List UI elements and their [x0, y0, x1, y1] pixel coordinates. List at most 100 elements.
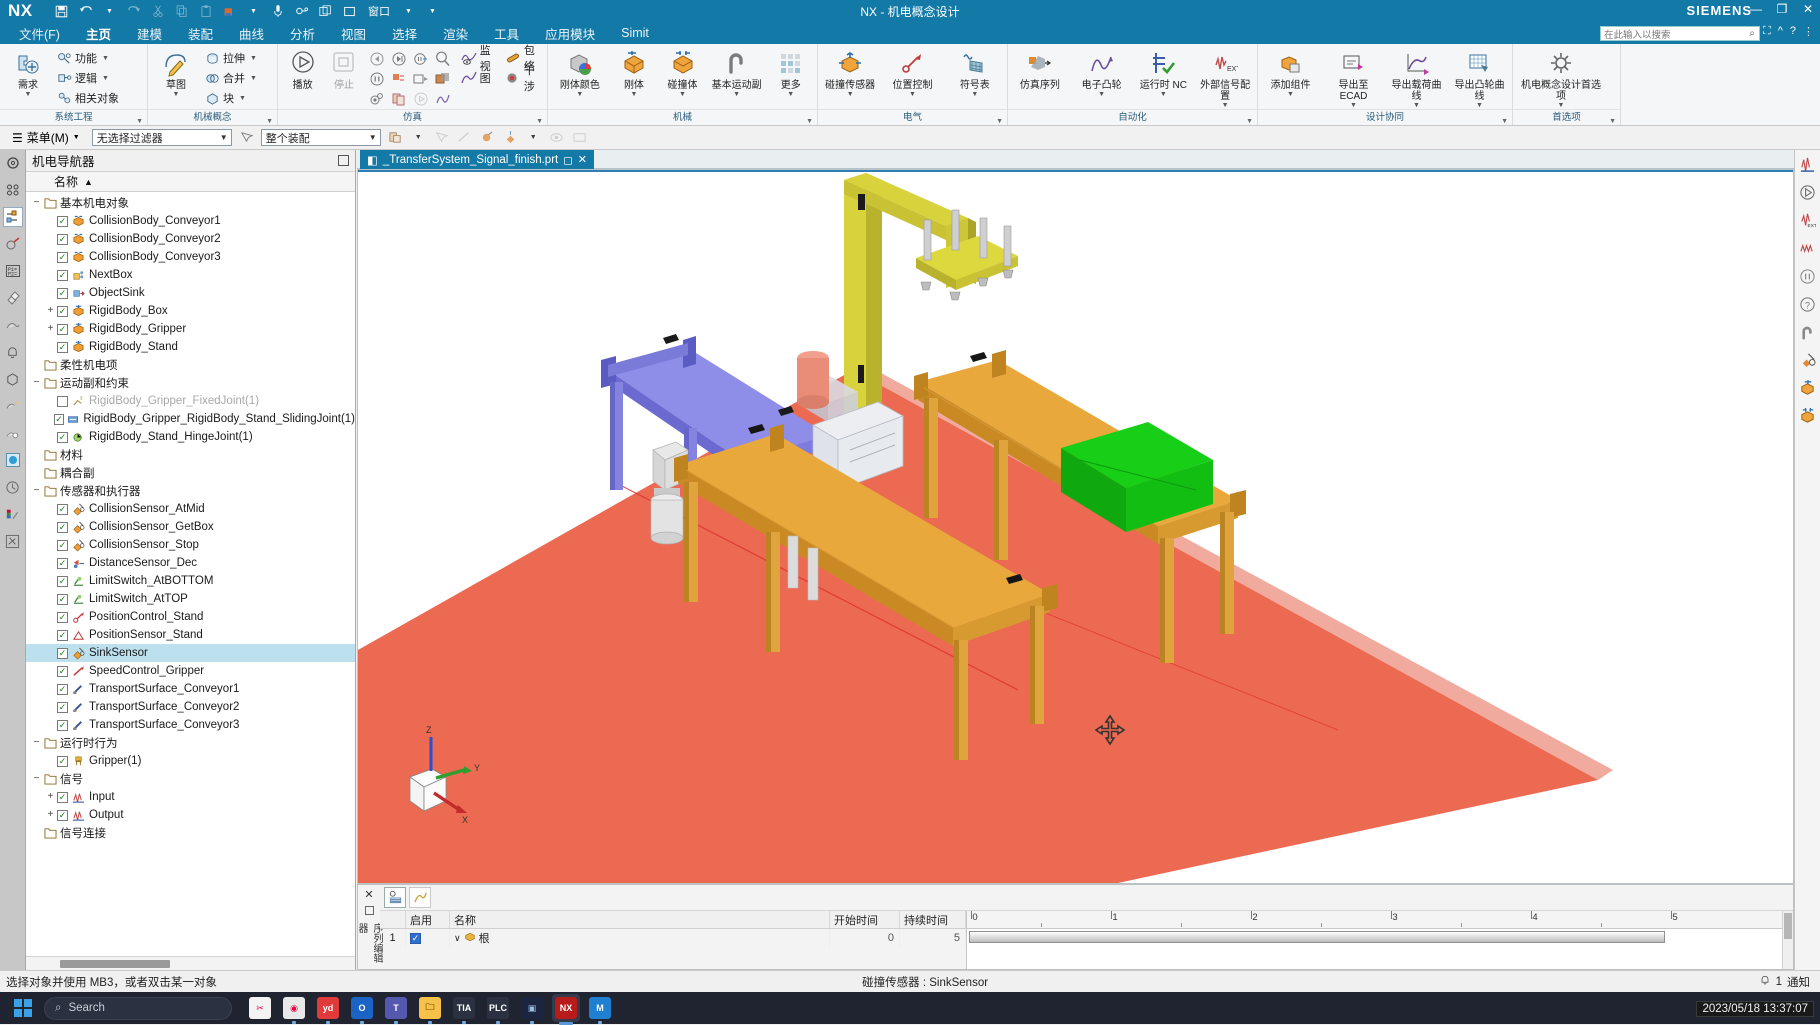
fullscreen-icon[interactable]: ⛶ — [1763, 25, 1771, 38]
help-icon[interactable]: ? — [1798, 294, 1818, 314]
tree-item[interactable]: 耦合副 — [26, 464, 355, 482]
assembly-scope-combo[interactable]: 整个装配 ▼ — [260, 129, 381, 146]
chevron-down-icon[interactable]: ▼ — [250, 55, 257, 62]
3d-model-scene[interactable]: Z Y X — [358, 170, 1793, 883]
taskbar-app-snipping-tool[interactable]: ✂ — [246, 994, 274, 1022]
select-feature-icon[interactable] — [433, 129, 450, 146]
hd3d-tools-icon[interactable] — [3, 315, 23, 335]
taskbar-app-list[interactable]: ✂ ◉ yd O T 🗀 TIA PLC ▣ NX M — [246, 994, 614, 1025]
step-icon[interactable] — [412, 50, 430, 68]
taskbar-app-file-explorer[interactable]: 🗀 — [416, 994, 444, 1024]
scrollbar-thumb[interactable] — [1784, 913, 1792, 939]
tree-item[interactable]: 柔性机电项 — [26, 356, 355, 374]
sequence-editor-sidebar[interactable]: ✕ 序列编辑器 — [356, 885, 382, 969]
navigator-horizontal-scrollbar[interactable] — [26, 956, 355, 970]
signal-icon[interactable] — [1798, 238, 1818, 258]
tree-item[interactable]: ✓ CollisionSensor_Stop — [26, 536, 355, 554]
tree-expander-icon[interactable]: + — [44, 324, 57, 335]
constraint-navigator-icon[interactable] — [3, 180, 23, 200]
selection-filter-combo[interactable]: 无选择过滤器 ▼ — [91, 129, 232, 146]
reuse-library-icon[interactable] — [3, 288, 23, 308]
menu-button[interactable]: ☰ 菜单(M) ▼ — [6, 127, 86, 148]
tree-item-checkbox[interactable]: ✓ — [57, 233, 68, 245]
selection-toolbar[interactable]: ☰ 菜单(M) ▼ 无选择过滤器 ▼ 整个装配 ▼ ▼ ▼ — [0, 126, 1820, 150]
tree-item-checkbox[interactable]: ✓ — [57, 575, 68, 587]
expander-icon[interactable]: ∨ — [454, 933, 461, 944]
chevron-down-icon[interactable]: ▼ — [909, 91, 916, 98]
notification-label[interactable]: 通知 — [1787, 974, 1810, 990]
roles-icon[interactable] — [3, 423, 23, 443]
tab-home[interactable]: 主页 — [73, 22, 124, 47]
chevron-down-icon[interactable]: ▼ — [369, 133, 377, 142]
tree-item[interactable]: ✓ Gripper(1) — [26, 752, 355, 770]
undo-dropdown-icon[interactable]: ▼ — [102, 4, 117, 19]
play-button[interactable]: 播放 — [283, 47, 322, 91]
tree-expander-icon[interactable]: − — [30, 738, 43, 749]
add-component-button[interactable]: 添加组件 ▼ — [1263, 47, 1318, 98]
chevron-down-icon[interactable]: ▼ — [1476, 102, 1483, 109]
tree-item[interactable]: ✓ CollisionSensor_AtMid — [26, 500, 355, 518]
tree-item[interactable]: ✓ TransportSurface_Conveyor3 — [26, 716, 355, 734]
row-enabled-checkbox[interactable]: ✓ — [406, 929, 450, 947]
symbol-table-button[interactable]: 符号表 ▼ — [948, 47, 1002, 98]
graphics-viewport[interactable]: Z Y X — [357, 169, 1794, 884]
tree-item-checkbox[interactable]: ✓ — [57, 305, 68, 317]
basic-joint-button[interactable]: 基本运动副 ▼ — [710, 47, 764, 98]
forward-icon[interactable] — [390, 50, 408, 68]
chevron-down-icon[interactable]: ▼ — [847, 91, 854, 98]
tree-item-checkbox[interactable]: ✓ — [57, 809, 68, 821]
stop-button[interactable]: 停止 — [324, 47, 363, 91]
chevron-down-icon[interactable]: ▼ — [1160, 91, 1167, 98]
part-navigator-icon[interactable] — [3, 234, 23, 254]
tree-item-checkbox[interactable]: ✓ — [57, 341, 68, 353]
window-menu-dropdown-icon[interactable]: ▼ — [401, 4, 416, 19]
table-row[interactable]: 1 ✓ ∨ 根 0 5 — [380, 929, 966, 947]
requirement-button[interactable]: 需求 ▼ — [5, 47, 51, 98]
row-name[interactable]: ∨ 根 — [450, 929, 830, 947]
tree-item-checkbox[interactable]: ✓ — [57, 503, 68, 515]
chevron-down-icon[interactable]: ▼ — [971, 91, 978, 98]
simulation-sequence-button[interactable]: 仿真序列 — [1013, 47, 1067, 91]
restore-button[interactable]: ❐ — [1774, 2, 1790, 16]
paste-icon[interactable] — [198, 4, 213, 19]
microphone-icon[interactable] — [270, 4, 285, 19]
snap-dropdown-icon[interactable]: ▼ — [410, 129, 427, 146]
collision-sensor-button[interactable]: 碰撞传感器 ▼ — [823, 47, 877, 98]
notification-bell-icon[interactable] — [3, 342, 23, 362]
tree-item-checkbox[interactable]: ✓ — [57, 215, 68, 227]
taskbar-app-outlook[interactable]: O — [348, 994, 376, 1024]
timeline-vertical-scrollbar[interactable] — [1782, 911, 1793, 969]
tree-expander-icon[interactable]: + — [44, 810, 57, 821]
close-tab-icon[interactable]: ✕ — [578, 153, 587, 166]
checkbox-checked-icon[interactable]: ✓ — [410, 932, 421, 944]
status-notifications[interactable]: 1 通知 — [1759, 974, 1810, 990]
tree-expander-icon[interactable]: − — [30, 486, 43, 497]
export-ecad-button[interactable]: 导出至 ECAD ▼ — [1326, 47, 1381, 109]
tree-item-checkbox[interactable]: ✓ — [57, 629, 68, 641]
more-icon[interactable]: ⋮ — [1803, 25, 1814, 38]
tree-item-checkbox[interactable]: ✓ — [57, 431, 68, 443]
replay-icon[interactable] — [412, 90, 430, 108]
sequence-icon[interactable] — [3, 477, 23, 497]
export-cam-curve-button[interactable]: 导出凸轮曲线 ▼ — [1452, 47, 1507, 109]
help-icon[interactable]: ? — [1790, 25, 1796, 38]
system-navigator-icon[interactable] — [3, 450, 23, 470]
tree-item[interactable]: ✓ CollisionBody_Conveyor1 — [26, 212, 355, 230]
tree-item-checkbox[interactable]: ✓ — [57, 719, 68, 731]
tree-item[interactable]: ✓ NextBox — [26, 266, 355, 284]
tree-item[interactable]: 信号连接 — [26, 824, 355, 842]
restore-panel-icon[interactable] — [364, 906, 374, 915]
tree-item-checkbox[interactable]: ✓ — [57, 287, 68, 299]
tree-item[interactable]: + ✓ Input — [26, 788, 355, 806]
chevron-down-icon[interactable]: ▼ — [1222, 102, 1229, 109]
assembly-navigator-icon[interactable] — [3, 153, 23, 173]
scrollbar-thumb[interactable] — [60, 960, 170, 968]
window-menu-label[interactable]: 窗口 — [366, 4, 392, 19]
navigator-column-header[interactable]: 名称 ▲ — [26, 172, 355, 192]
ribbon-tab-strip[interactable]: 文件(F) 主页 建模 装配 曲线 分析 视图 选择 渲染 工具 应用模块 Si… — [0, 22, 1820, 47]
window-icon[interactable] — [342, 4, 357, 19]
play-sim-icon[interactable] — [1798, 182, 1818, 202]
chevron-down-icon[interactable]: ▼ — [576, 91, 583, 98]
collision-body-icon[interactable] — [1798, 406, 1818, 426]
history-icon[interactable] — [3, 396, 23, 416]
